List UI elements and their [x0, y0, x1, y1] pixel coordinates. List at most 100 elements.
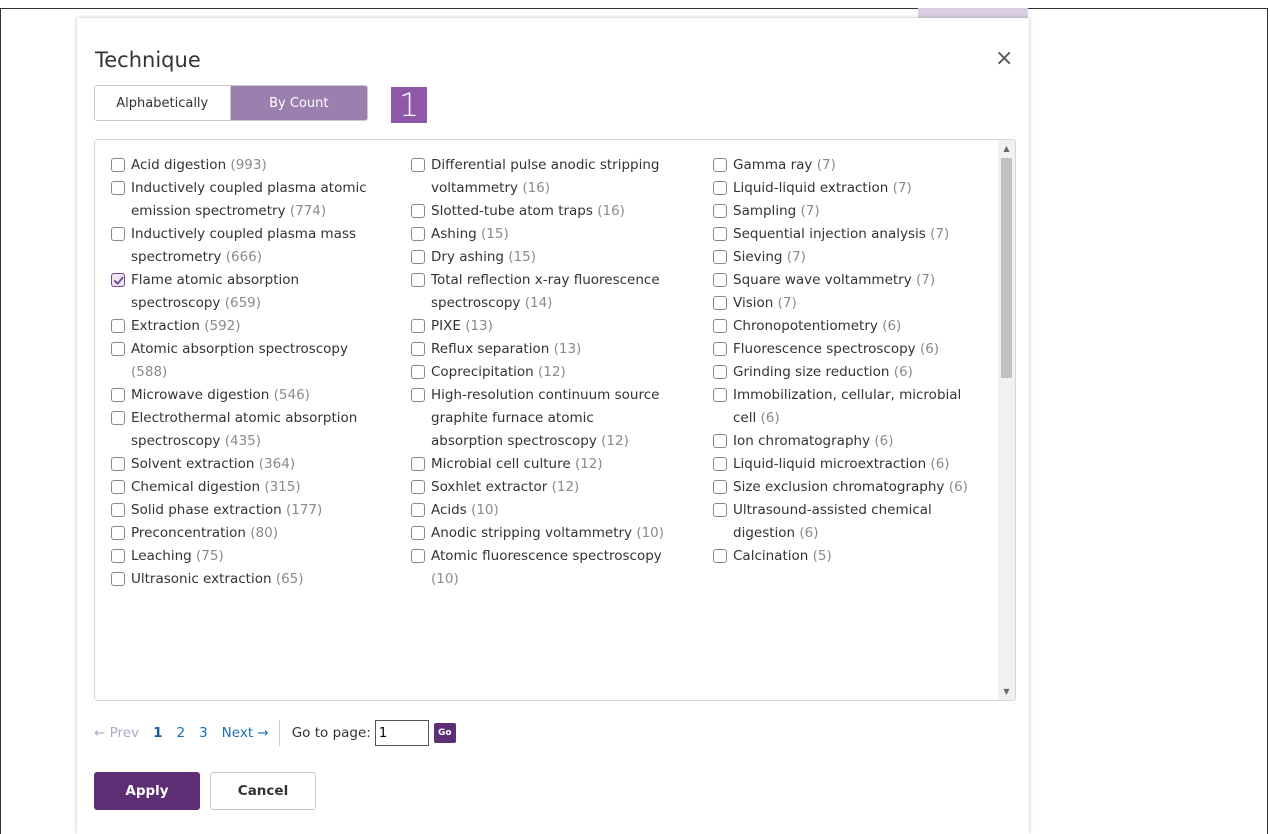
- technique-option[interactable]: Solid phase extraction (177): [111, 499, 367, 522]
- technique-option[interactable]: High-resolution continuum source graphit…: [411, 384, 667, 453]
- technique-option[interactable]: Differential pulse anodic stripping volt…: [411, 154, 667, 200]
- technique-option[interactable]: Chronopotentiometry (6): [713, 315, 975, 338]
- checkbox[interactable]: [111, 480, 125, 494]
- technique-option[interactable]: Ultrasonic extraction (65): [111, 568, 367, 591]
- checkbox[interactable]: [411, 457, 425, 471]
- scroll-down-icon[interactable]: ▼: [998, 683, 1015, 700]
- technique-option[interactable]: Preconcentration (80): [111, 522, 367, 545]
- checkbox[interactable]: [713, 158, 727, 172]
- goto-page-input[interactable]: [374, 720, 429, 746]
- checkbox-checked[interactable]: [111, 273, 125, 287]
- checkbox[interactable]: [713, 227, 727, 241]
- technique-option[interactable]: Ashing (15): [411, 223, 667, 246]
- checkbox[interactable]: [411, 319, 425, 333]
- checkbox[interactable]: [713, 181, 727, 195]
- apply-button[interactable]: Apply: [94, 772, 200, 810]
- technique-option[interactable]: Flame atomic absorption spectroscopy (65…: [111, 269, 367, 315]
- technique-option[interactable]: Square wave voltammetry (7): [713, 269, 975, 292]
- checkbox[interactable]: [411, 204, 425, 218]
- technique-option[interactable]: Immobilization, cellular, microbial cell…: [713, 384, 975, 430]
- technique-option[interactable]: Gamma ray (7): [713, 154, 975, 177]
- technique-option[interactable]: Electrothermal atomic absorption spectro…: [111, 407, 367, 453]
- technique-option[interactable]: Dry ashing (15): [411, 246, 667, 269]
- technique-option[interactable]: Extraction (592): [111, 315, 367, 338]
- technique-option[interactable]: Calcination (5): [713, 545, 975, 568]
- technique-option[interactable]: Leaching (75): [111, 545, 367, 568]
- page-link-2[interactable]: 2: [176, 725, 185, 741]
- checkbox[interactable]: [713, 273, 727, 287]
- checkbox[interactable]: [111, 457, 125, 471]
- technique-option[interactable]: Microwave digestion (546): [111, 384, 367, 407]
- technique-option[interactable]: Acid digestion (993): [111, 154, 367, 177]
- prev-page-link[interactable]: ← Prev: [94, 725, 139, 741]
- technique-option[interactable]: Anodic stripping voltammetry (10): [411, 522, 667, 545]
- checkbox[interactable]: [111, 158, 125, 172]
- technique-option[interactable]: Chemical digestion (315): [111, 476, 367, 499]
- checkbox[interactable]: [111, 342, 125, 356]
- list-scrollbar[interactable]: ▲ ▼: [998, 140, 1015, 700]
- checkbox[interactable]: [411, 549, 425, 563]
- technique-option[interactable]: Liquid-liquid microextraction (6): [713, 453, 975, 476]
- next-page-link[interactable]: Next →: [222, 725, 269, 741]
- technique-option[interactable]: Sampling (7): [713, 200, 975, 223]
- checkbox[interactable]: [411, 227, 425, 241]
- technique-option[interactable]: Ion chromatography (6): [713, 430, 975, 453]
- technique-option[interactable]: Atomic fluorescence spectroscopy (10): [411, 545, 667, 591]
- scroll-up-icon[interactable]: ▲: [998, 140, 1015, 157]
- checkbox[interactable]: [411, 365, 425, 379]
- page-link-3[interactable]: 3: [199, 725, 208, 741]
- technique-option[interactable]: Coprecipitation (12): [411, 361, 667, 384]
- checkbox[interactable]: [111, 388, 125, 402]
- checkbox[interactable]: [713, 388, 727, 402]
- checkbox[interactable]: [713, 296, 727, 310]
- checkbox[interactable]: [713, 342, 727, 356]
- checkbox[interactable]: [411, 503, 425, 517]
- close-icon[interactable]: ×: [995, 46, 1013, 71]
- checkbox[interactable]: [111, 549, 125, 563]
- checkbox[interactable]: [111, 503, 125, 517]
- checkbox[interactable]: [111, 181, 125, 195]
- technique-option[interactable]: Sequential injection analysis (7): [713, 223, 975, 246]
- technique-option[interactable]: Inductively coupled plasma atomic emissi…: [111, 177, 367, 223]
- technique-option[interactable]: Ultrasound-assisted chemical digestion (…: [713, 499, 975, 545]
- cancel-button[interactable]: Cancel: [210, 772, 316, 810]
- checkbox[interactable]: [713, 549, 727, 563]
- checkbox[interactable]: [411, 526, 425, 540]
- checkbox[interactable]: [411, 158, 425, 172]
- checkbox[interactable]: [713, 204, 727, 218]
- checkbox[interactable]: [411, 273, 425, 287]
- technique-option[interactable]: Sieving (7): [713, 246, 975, 269]
- checkbox[interactable]: [713, 480, 727, 494]
- technique-option[interactable]: Slotted-tube atom traps (16): [411, 200, 667, 223]
- checkbox[interactable]: [713, 365, 727, 379]
- technique-option[interactable]: Atomic absorption spectroscopy (588): [111, 338, 367, 384]
- checkbox[interactable]: [411, 480, 425, 494]
- checkbox[interactable]: [111, 526, 125, 540]
- checkbox[interactable]: [713, 434, 727, 448]
- checkbox[interactable]: [713, 319, 727, 333]
- go-button[interactable]: Go: [433, 723, 456, 743]
- technique-option[interactable]: Soxhlet extractor (12): [411, 476, 667, 499]
- checkbox[interactable]: [411, 388, 425, 402]
- technique-option[interactable]: Size exclusion chromatography (6): [713, 476, 975, 499]
- technique-option[interactable]: Liquid-liquid extraction (7): [713, 177, 975, 200]
- sort-by-count-button[interactable]: By Count: [230, 86, 367, 120]
- technique-option[interactable]: Microbial cell culture (12): [411, 453, 667, 476]
- sort-alphabetically-button[interactable]: Alphabetically: [95, 86, 231, 120]
- checkbox[interactable]: [111, 411, 125, 425]
- technique-option[interactable]: Solvent extraction (364): [111, 453, 367, 476]
- checkbox[interactable]: [111, 572, 125, 586]
- scroll-thumb[interactable]: [1001, 158, 1012, 378]
- page-link-1[interactable]: 1: [153, 725, 162, 741]
- technique-option[interactable]: Vision (7): [713, 292, 975, 315]
- checkbox[interactable]: [713, 250, 727, 264]
- checkbox[interactable]: [713, 457, 727, 471]
- technique-option[interactable]: Total reflection x-ray fluorescence spec…: [411, 269, 667, 315]
- checkbox[interactable]: [111, 227, 125, 241]
- technique-option[interactable]: Acids (10): [411, 499, 667, 522]
- checkbox[interactable]: [411, 250, 425, 264]
- checkbox[interactable]: [411, 342, 425, 356]
- checkbox[interactable]: [111, 319, 125, 333]
- technique-option[interactable]: Grinding size reduction (6): [713, 361, 975, 384]
- checkbox[interactable]: [713, 503, 727, 517]
